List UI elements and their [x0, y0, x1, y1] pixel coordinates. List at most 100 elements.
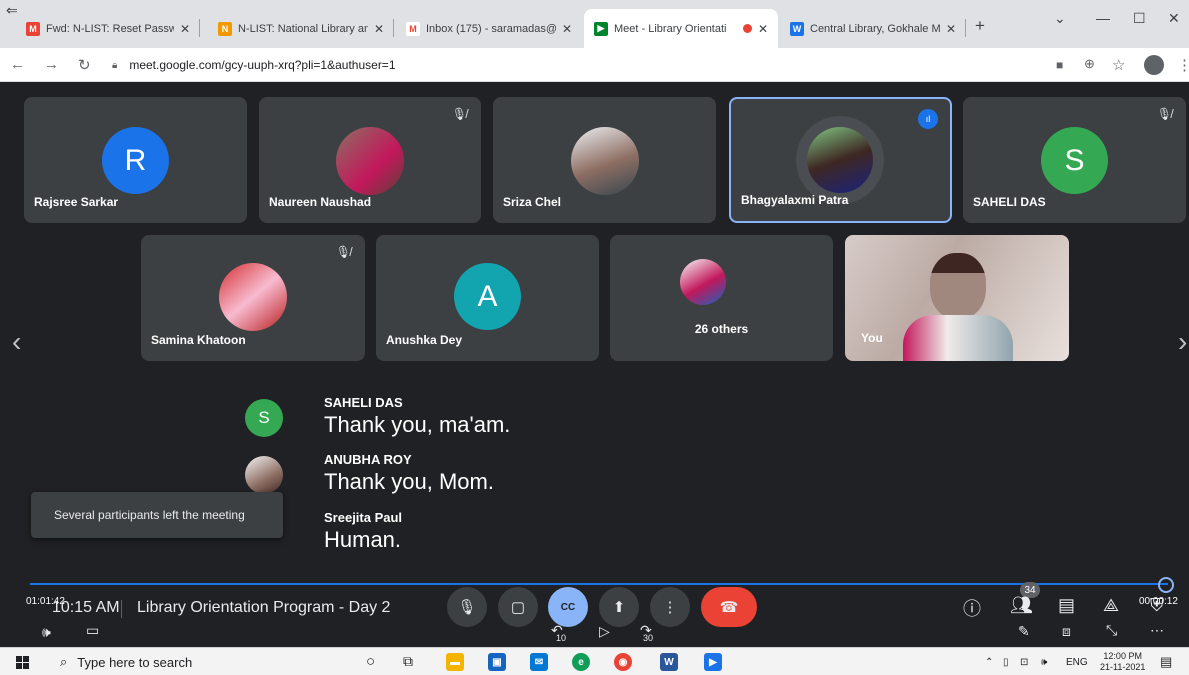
captions-button[interactable]: CC [548, 587, 588, 627]
media-player-icon[interactable]: ▶ [704, 653, 722, 671]
tab-inbox[interactable]: M Inbox (175) - saramadas@gm ✕ [396, 9, 582, 48]
hangup-icon: ☎ [719, 599, 739, 616]
word-icon[interactable]: W [660, 653, 678, 671]
tray-chevron-icon[interactable]: ⌃ [985, 657, 993, 668]
mic-icon: 🎙︎ [457, 599, 477, 616]
tab-nlist[interactable]: N N-LIST: National Library and ✕ [208, 9, 394, 48]
close-icon[interactable]: ✕ [180, 22, 190, 36]
avatar [245, 456, 283, 494]
volume-icon[interactable]: 🕪︎ [42, 624, 51, 641]
search-icon: ⌕ [60, 654, 68, 669]
close-icon[interactable]: ✕ [562, 22, 572, 36]
tab-search-icon[interactable]: ⌄ [1054, 10, 1066, 27]
caption-speaker: SAHELI DAS [324, 395, 403, 410]
tab-label: Fwd: N-LIST: Reset Password [46, 22, 174, 35]
self-video-tile[interactable]: You [845, 235, 1069, 361]
participant-tile[interactable]: 🎙︎̸ S SAHELI DAS [963, 97, 1186, 223]
cortana-icon[interactable]: ○ [366, 653, 375, 670]
pen-icon[interactable]: ✎ [1018, 623, 1030, 640]
maximize-icon[interactable]: ☐ [1133, 10, 1146, 27]
chat-icon[interactable]: ▤ [1058, 595, 1075, 616]
clock-time: 12:00 PM [1103, 651, 1142, 661]
mic-off-icon: 🎙︎̸ [1156, 107, 1172, 121]
file-explorer-icon[interactable]: ▬ [446, 653, 464, 671]
clock-date: 21-11-2021 [1100, 662, 1146, 672]
participant-tile[interactable]: A Anushka Dey [376, 235, 599, 361]
menu-icon[interactable]: ⋮ [1177, 56, 1189, 74]
nlist-icon: N [218, 21, 232, 36]
activities-icon[interactable]: ⟁ [1103, 595, 1119, 616]
minimize-player-icon[interactable]: ⤡ [1106, 622, 1117, 639]
mail-icon[interactable]: ✉ [530, 653, 548, 671]
avatar [680, 259, 726, 305]
new-tab-button[interactable]: + [975, 16, 985, 36]
camera-icon[interactable]: ■ [1056, 58, 1063, 72]
subtitles-icon[interactable]: ▭ [86, 622, 99, 639]
others-tile[interactable]: 26 others [610, 235, 833, 361]
mic-off-icon: 🎙︎̸ [451, 107, 467, 121]
chevron-left-icon[interactable]: ‹ [12, 326, 21, 358]
network-icon[interactable]: ⊡ [1020, 657, 1028, 668]
edge-icon[interactable]: e [572, 653, 590, 671]
camera-button[interactable]: ▢ [498, 587, 538, 627]
screen-icon[interactable]: ⧈ [1062, 623, 1071, 640]
host-controls-icon[interactable]: ⛨ [1150, 595, 1164, 616]
close-icon[interactable]: ✕ [758, 22, 768, 36]
participant-name: SAHELI DAS [973, 195, 1046, 209]
star-icon[interactable]: ☆ [1112, 56, 1125, 74]
close-icon[interactable]: ✕ [374, 22, 384, 36]
profile-avatar[interactable] [1144, 55, 1164, 75]
participant-tile[interactable]: 🎙︎̸ Naureen Naushad [259, 97, 481, 223]
reload-icon[interactable]: ↻ [78, 56, 91, 74]
language-indicator[interactable]: ENG [1066, 657, 1088, 668]
zoom-icon[interactable]: ⊕ [1084, 56, 1095, 72]
participant-tile[interactable]: R Rajsree Sarkar [24, 97, 247, 223]
minimize-icon[interactable]: — [1096, 10, 1110, 26]
forward-icon[interactable]: → [44, 56, 59, 73]
notification-icon[interactable]: ▤ [1160, 654, 1172, 670]
participant-name: Naureen Naushad [269, 195, 372, 209]
back-icon[interactable]: ← [10, 56, 25, 73]
recording-icon [742, 24, 752, 33]
battery-icon: ▯ [1003, 657, 1009, 668]
gmail-icon: M [406, 21, 420, 36]
caption-speaker: Sreejita Paul [324, 510, 403, 525]
tab-meet[interactable]: ▶ Meet - Library Orientati ✕ [584, 9, 778, 48]
store-icon[interactable]: ▣ [488, 653, 506, 671]
meeting-title: Library Orientation Program - Day 2 [137, 599, 391, 616]
tab-central-library[interactable]: W Central Library, Gokhale Me ✕ [780, 9, 966, 48]
windows-start-icon[interactable] [16, 656, 29, 669]
avatar: S [1041, 127, 1108, 194]
speaker-icon[interactable]: 🕪︎ [1041, 657, 1047, 668]
progress-handle[interactable] [1158, 577, 1174, 593]
system-clock[interactable]: 12:00 PM 21-11-2021 [1100, 651, 1145, 673]
present-button[interactable]: ⬆ [599, 587, 639, 627]
present-icon: ⬆ [612, 599, 626, 616]
meet-icon: ▶ [594, 21, 608, 36]
avatar: R [102, 127, 169, 194]
video-progress-bar[interactable] [30, 583, 1168, 585]
play-icon[interactable]: ▷ [599, 623, 610, 640]
address-bar[interactable]: 🔒︎ meet.google.com/gcy-uuph-xrq?pli=1&au… [112, 54, 1042, 76]
people-icon[interactable]: 👥︎ [1010, 595, 1033, 616]
task-view-icon[interactable]: ⧉ [403, 653, 413, 670]
close-window-icon[interactable]: ✕ [1168, 10, 1180, 27]
more-icon[interactable]: ⋯ [1150, 622, 1164, 639]
chrome-icon[interactable]: ◉ [614, 653, 632, 671]
participant-name: Anushka Dey [386, 333, 463, 347]
taskbar-search[interactable]: ⌕ Type here to search [46, 648, 346, 675]
mic-button[interactable]: 🎙︎ [447, 587, 487, 627]
search-placeholder: Type here to search [77, 654, 193, 670]
participant-name: Bhagyalaxmi Patra [741, 193, 849, 207]
tab-fwd-nlist[interactable]: M Fwd: N-LIST: Reset Password ✕ [16, 9, 200, 48]
participant-name: Sriza Chel [503, 195, 562, 209]
more-options-button[interactable]: ⋮ [650, 587, 690, 627]
info-icon[interactable]: ⓘ [963, 595, 981, 621]
participant-tile[interactable]: Sriza Chel [493, 97, 716, 223]
participant-tile[interactable]: ıl Bhagyalaxmi Patra [729, 97, 952, 223]
leave-call-button[interactable]: ☎ [701, 587, 757, 627]
chevron-right-icon[interactable]: › [1178, 326, 1187, 358]
close-icon[interactable]: ✕ [946, 22, 956, 36]
video-icon: ▢ [510, 599, 526, 616]
participant-tile[interactable]: 🎙︎̸ Samina Khatoon [141, 235, 365, 361]
